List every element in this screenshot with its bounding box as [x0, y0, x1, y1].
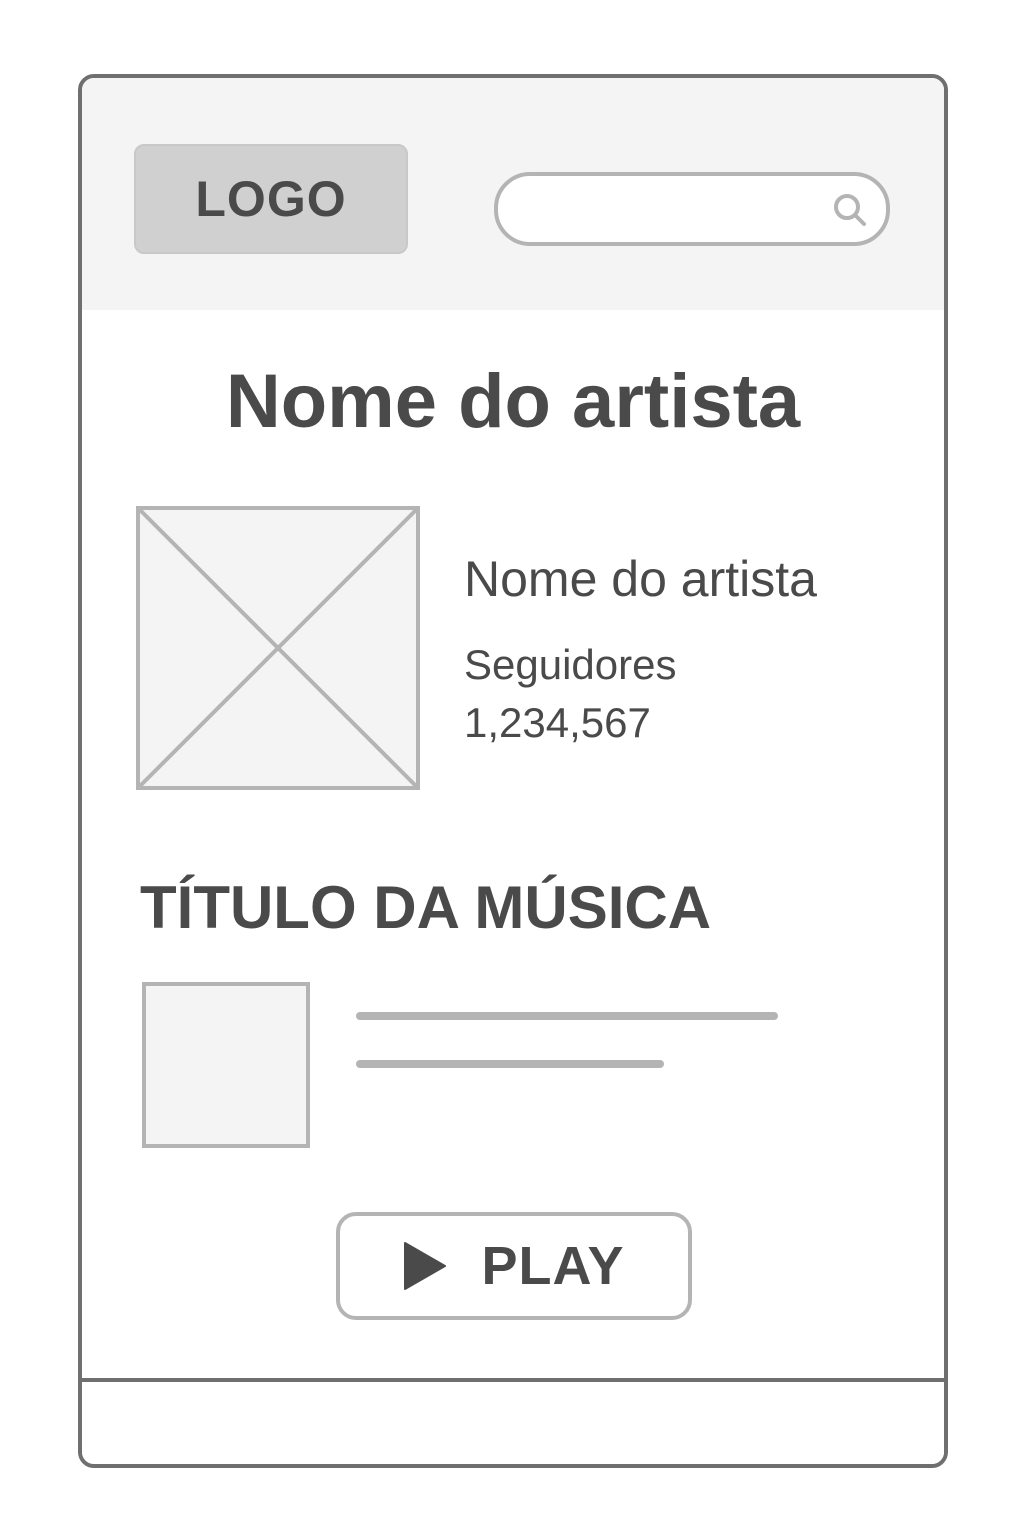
logo[interactable]: LOGO [134, 144, 408, 254]
play-button[interactable]: PLAY [336, 1212, 692, 1320]
page-title: Nome do artista [225, 359, 801, 444]
song-text-line-placeholder [356, 1060, 664, 1068]
artist-image-placeholder [136, 506, 420, 790]
search-bar[interactable] [494, 172, 890, 246]
song-title-heading: TÍTULO DA MÚSICA [140, 874, 712, 941]
song-thumbnail [142, 982, 310, 1148]
search-icon[interactable] [830, 190, 870, 230]
followers-count: 1,234,567 [464, 699, 651, 746]
app-frame: LOGO Nome do artista Nome do artista Seg… [78, 74, 948, 1468]
followers-label: Seguidores [464, 641, 677, 688]
header: LOGO [82, 78, 944, 310]
search-input[interactable] [518, 186, 822, 232]
logo-label: LOGO [195, 171, 347, 227]
play-button-label: PLAY [481, 1236, 625, 1296]
artist-name: Nome do artista [464, 551, 817, 607]
song-text-line-placeholder [356, 1012, 778, 1020]
play-icon [404, 1242, 447, 1290]
footer-bar [82, 1378, 944, 1464]
